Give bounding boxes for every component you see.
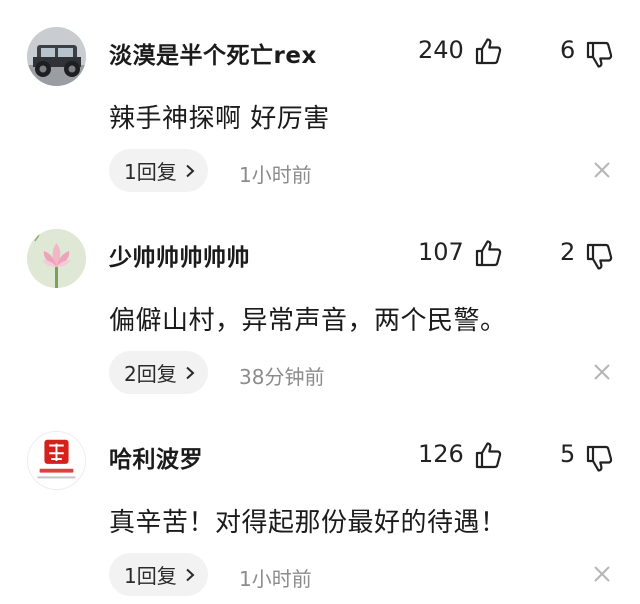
like-count: 107: [418, 238, 464, 266]
xuexi-logo-icon: [28, 432, 85, 489]
like-count: 126: [418, 440, 464, 468]
thumbs-up-icon[interactable]: [473, 440, 503, 470]
dislike-count: 2: [560, 238, 576, 266]
reply-label: 1回复: [124, 564, 177, 588]
close-icon[interactable]: [593, 161, 611, 179]
thumbs-down-icon[interactable]: [584, 444, 614, 474]
close-icon[interactable]: [593, 565, 611, 583]
lotus-avatar-image: [27, 229, 86, 288]
username[interactable]: 少帅帅帅帅帅: [109, 238, 250, 272]
avatar[interactable]: [27, 27, 86, 86]
reply-label: 2回复: [124, 362, 177, 386]
reply-button[interactable]: 1回复: [109, 149, 208, 192]
comment-item: 少帅帅帅帅帅 107 2 偏僻山村，异常声音，两个民警。 2回复 38分钟前: [0, 202, 640, 402]
comment-item: 哈利波罗 126 5 真辛苦！对得起那份最好的待遇！ 1回复 1小时前: [0, 404, 640, 604]
thumbs-up-icon[interactable]: [473, 36, 503, 66]
avatar[interactable]: [27, 431, 86, 490]
dislike-count: 5: [560, 440, 576, 468]
username[interactable]: 淡漠是半个死亡rex: [109, 36, 317, 70]
timestamp: 38分钟前: [239, 365, 325, 389]
avatar[interactable]: [27, 229, 86, 288]
chevron-right-icon: [186, 568, 195, 581]
close-icon[interactable]: [593, 363, 611, 381]
comment-text: 偏僻山村，异常声音，两个民警。: [109, 306, 507, 336]
reply-button[interactable]: 1回复: [109, 553, 208, 596]
timestamp: 1小时前: [239, 163, 312, 187]
username[interactable]: 哈利波罗: [109, 440, 203, 474]
dislike-count: 6: [560, 36, 576, 64]
chevron-right-icon: [186, 164, 195, 177]
comment-text: 辣手神探啊 好厉害: [109, 104, 330, 134]
jeep-avatar-image: [27, 27, 86, 86]
chevron-right-icon: [186, 366, 195, 379]
timestamp: 1小时前: [239, 567, 312, 591]
thumbs-down-icon[interactable]: [584, 242, 614, 272]
thumbs-up-icon[interactable]: [473, 238, 503, 268]
comment-item: 淡漠是半个死亡rex 240 6 辣手神探啊 好厉害 1回复 1小时前: [0, 0, 640, 200]
comment-text: 真辛苦！对得起那份最好的待遇！: [109, 508, 507, 538]
like-count: 240: [418, 36, 464, 64]
reply-button[interactable]: 2回复: [109, 351, 208, 394]
thumbs-down-icon[interactable]: [584, 40, 614, 70]
reply-label: 1回复: [124, 160, 177, 184]
